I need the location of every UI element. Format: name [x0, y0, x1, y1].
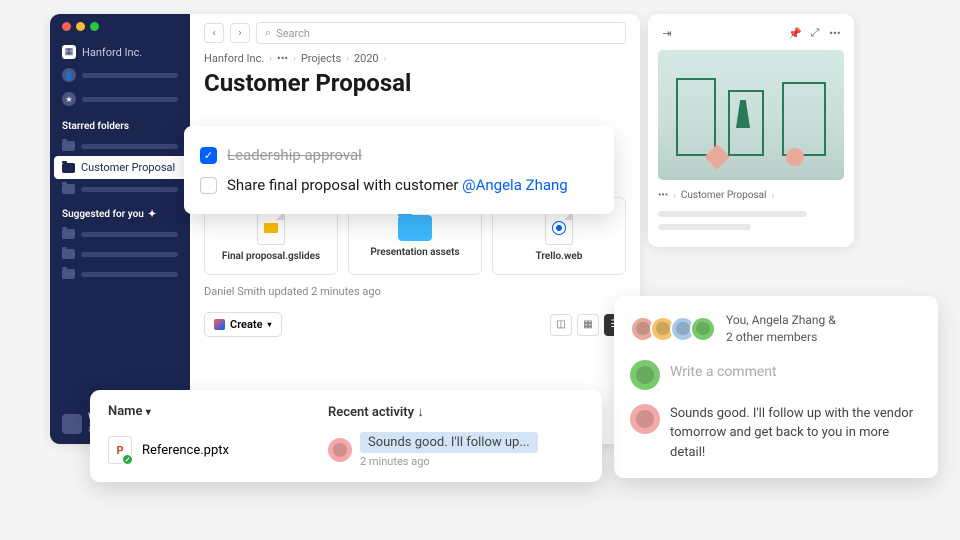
- gslides-icon: [257, 211, 285, 245]
- sidebar-item[interactable]: [50, 244, 190, 264]
- minimize-icon[interactable]: [76, 22, 85, 31]
- forward-button[interactable]: ›: [230, 23, 250, 43]
- page-title: Customer Proposal: [204, 69, 626, 97]
- synced-icon: ✓: [121, 453, 134, 466]
- task-item[interactable]: Share final proposal with customer @Ange…: [200, 170, 598, 200]
- file-name: Reference.pptx: [142, 443, 229, 458]
- back-button[interactable]: ‹: [204, 23, 224, 43]
- crumb-overflow[interactable]: •••: [277, 52, 288, 65]
- checkbox-checked[interactable]: ✓: [200, 147, 217, 164]
- sidebar-item[interactable]: [50, 179, 190, 199]
- crumb[interactable]: 2020: [354, 52, 379, 65]
- collapse-icon[interactable]: ⇥: [658, 24, 676, 42]
- details-panel: ⇥ 📌 ⤢ ••• •••› Customer Proposal›: [648, 14, 854, 247]
- main-content: ‹ › ⌕Search Hanford Inc.› •••› Projects›…: [190, 14, 640, 444]
- web-icon: [545, 211, 573, 245]
- column-activity[interactable]: Recent activity ↓: [328, 404, 424, 420]
- powerpoint-icon: P✓: [108, 436, 132, 464]
- breadcrumb: Hanford Inc.› •••› Projects› 2020›: [204, 52, 626, 65]
- folder-icon: [62, 229, 75, 239]
- column-name[interactable]: Name ▾: [108, 404, 328, 420]
- more-icon[interactable]: •••: [826, 24, 844, 42]
- sidebar-item[interactable]: [50, 264, 190, 284]
- org-switcher[interactable]: ▦ Hanford Inc.: [50, 41, 190, 63]
- search-input[interactable]: ⌕Search: [256, 22, 626, 44]
- view-cards-button[interactable]: ◫: [550, 314, 572, 336]
- sidebar-item[interactable]: [50, 224, 190, 244]
- folder-icon: [398, 215, 432, 241]
- avatar: [62, 414, 82, 434]
- activity-time: 2 minutes ago: [360, 455, 538, 468]
- person-icon: 👤: [62, 68, 76, 82]
- maximize-icon[interactable]: [90, 22, 99, 31]
- comments-panel: You, Angela Zhang &2 other members Write…: [614, 296, 938, 478]
- avatar: [328, 438, 352, 462]
- sidebar-item[interactable]: [50, 136, 190, 156]
- sidebar-item-customer-proposal[interactable]: Customer Proposal: [54, 156, 190, 179]
- file-row[interactable]: P✓ Reference.pptx Sounds good. I'll foll…: [108, 432, 584, 468]
- task-item[interactable]: ✓ Leadership approval: [200, 140, 598, 170]
- comment-input[interactable]: Write a comment: [670, 360, 922, 390]
- sidebar: ▦ Hanford Inc. 👤 ★ Starred folders Custo…: [50, 14, 190, 444]
- arrow-down-icon: ↓: [417, 405, 424, 420]
- checkbox[interactable]: [200, 177, 217, 194]
- org-name: Hanford Inc.: [82, 46, 142, 59]
- preview-breadcrumb: •••› Customer Proposal›: [658, 190, 844, 201]
- avatar-stack[interactable]: [630, 316, 716, 342]
- activity-meta: Daniel Smith updated 2 minutes ago: [204, 285, 626, 298]
- activity-message: Sounds good. I'll follow up...: [360, 432, 538, 453]
- crumb[interactable]: Projects: [301, 52, 341, 65]
- crumb-overflow[interactable]: •••: [658, 190, 668, 201]
- create-button[interactable]: Create▾: [204, 312, 282, 337]
- view-grid-button[interactable]: ▦: [577, 314, 599, 336]
- star-icon: ★: [62, 92, 76, 106]
- chevron-down-icon: ▾: [146, 407, 151, 418]
- window-controls[interactable]: [50, 22, 190, 41]
- crumb[interactable]: Customer Proposal: [681, 190, 767, 201]
- pin-icon[interactable]: 📌: [786, 24, 804, 42]
- mention[interactable]: @Angela Zhang: [462, 176, 568, 194]
- section-suggested: Suggested for you✦: [50, 199, 190, 224]
- close-icon[interactable]: [62, 22, 71, 31]
- task-list-card: ✓ Leadership approval Share final propos…: [184, 126, 614, 214]
- section-starred: Starred folders: [50, 111, 190, 136]
- task-label: Share final proposal with customer @Ange…: [227, 176, 568, 194]
- sparkle-icon: ✦: [148, 209, 156, 220]
- building-icon: ▦: [62, 45, 76, 59]
- chevron-down-icon: ▾: [268, 320, 272, 329]
- folder-icon: [62, 249, 75, 259]
- avatar: [630, 404, 660, 434]
- search-icon: ⌕: [265, 26, 271, 40]
- expand-icon[interactable]: ⤢: [806, 24, 824, 42]
- dropbox-icon: [214, 319, 225, 330]
- crumb[interactable]: Hanford Inc.: [204, 52, 264, 65]
- file-list-card: Name ▾ Recent activity ↓ P✓ Reference.pp…: [90, 390, 602, 482]
- folder-icon: [62, 184, 75, 194]
- folder-icon: [62, 163, 75, 173]
- avatar: [630, 360, 660, 390]
- members-summary: You, Angela Zhang &2 other members: [726, 312, 836, 346]
- task-label: Leadership approval: [227, 146, 362, 164]
- file-preview[interactable]: [658, 50, 844, 180]
- folder-icon: [62, 269, 75, 279]
- folder-icon: [62, 141, 75, 151]
- avatar: [690, 316, 716, 342]
- comment-body: Sounds good. I'll follow up with the ven…: [670, 404, 922, 463]
